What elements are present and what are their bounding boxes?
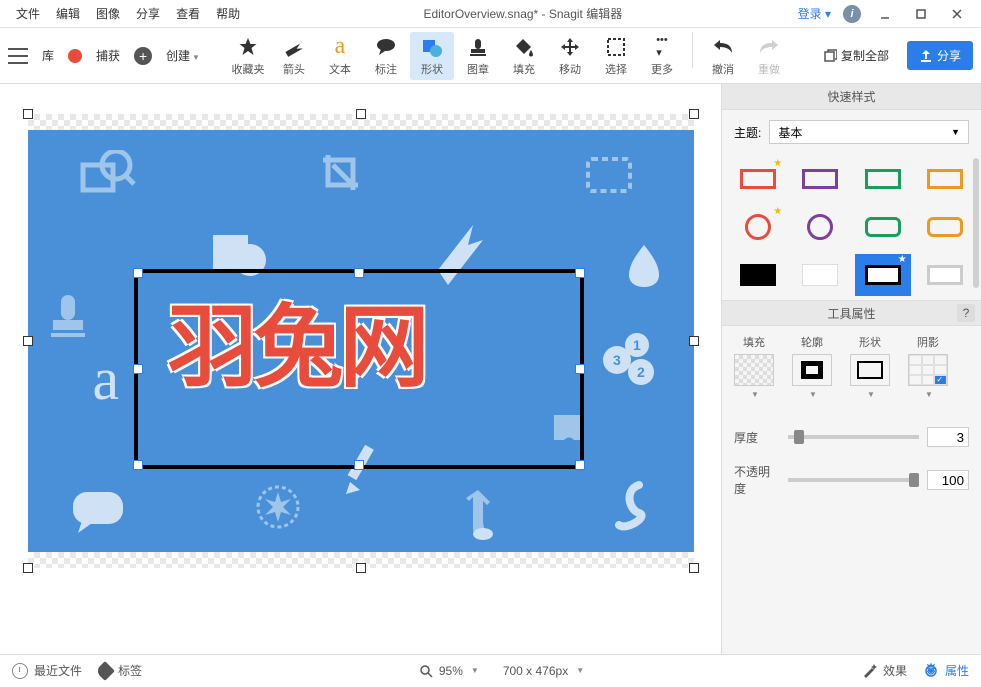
tool-fill[interactable]: 填充 bbox=[502, 32, 546, 80]
menu-view[interactable]: 查看 bbox=[168, 1, 208, 26]
canvas[interactable]: a 132 bbox=[28, 114, 694, 568]
tool-more[interactable]: •••▾更多 bbox=[640, 32, 684, 80]
close-button[interactable] bbox=[945, 4, 969, 24]
canvas-handle[interactable] bbox=[23, 109, 33, 119]
tool-arrow[interactable]: 箭头 bbox=[272, 32, 316, 80]
tool-stamp[interactable]: 图章 bbox=[456, 32, 500, 80]
share-button[interactable]: 分享 bbox=[907, 41, 973, 70]
tool-callout[interactable]: 标注 bbox=[364, 32, 408, 80]
hamburger-icon[interactable] bbox=[8, 48, 28, 64]
minimize-button[interactable] bbox=[873, 4, 897, 24]
style-swatch[interactable]: ★ bbox=[855, 254, 911, 296]
theme-dropdown[interactable]: 基本▼ bbox=[769, 120, 969, 144]
resize-handle[interactable] bbox=[575, 460, 585, 470]
prop-outline[interactable]: 轮廓 ▼ bbox=[792, 334, 832, 399]
zoom-control[interactable]: 95%▼ bbox=[419, 664, 479, 678]
menu-edit[interactable]: 编辑 bbox=[48, 1, 88, 26]
resize-handle[interactable] bbox=[133, 268, 143, 278]
svg-text:3: 3 bbox=[613, 352, 621, 368]
menu-image[interactable]: 图像 bbox=[88, 1, 128, 26]
canvas-handle[interactable] bbox=[356, 563, 366, 573]
clock-icon bbox=[12, 663, 28, 679]
opacity-slider[interactable]: 不透明度 bbox=[722, 455, 981, 505]
tag-icon bbox=[95, 661, 115, 681]
tool-shape[interactable]: 形状 bbox=[410, 32, 454, 80]
menu-bar: 文件 编辑 图像 分享 查看 帮助 bbox=[0, 1, 248, 26]
canvas-handle[interactable] bbox=[356, 109, 366, 119]
window-controls: 登录 ▾ i bbox=[798, 4, 981, 24]
info-icon[interactable]: i bbox=[843, 5, 861, 23]
menu-share[interactable]: 分享 bbox=[128, 1, 168, 26]
tool-select[interactable]: 选择 bbox=[594, 32, 638, 80]
resize-handle[interactable] bbox=[354, 460, 364, 470]
record-icon bbox=[68, 49, 82, 63]
svg-text:1: 1 bbox=[633, 337, 641, 353]
style-swatch[interactable] bbox=[730, 254, 786, 296]
titlebar: 文件 编辑 图像 分享 查看 帮助 EditorOverview.snag* -… bbox=[0, 0, 981, 28]
menu-help[interactable]: 帮助 bbox=[208, 1, 248, 26]
style-swatch[interactable]: ★ bbox=[730, 206, 786, 248]
prop-shadow[interactable]: 阴影 ▼ bbox=[908, 334, 948, 399]
canvas-handle[interactable] bbox=[689, 109, 699, 119]
resize-handle[interactable] bbox=[575, 364, 585, 374]
style-swatch[interactable]: ★ bbox=[730, 158, 786, 200]
canvas-handle[interactable] bbox=[23, 563, 33, 573]
canvas-handle[interactable] bbox=[689, 336, 699, 346]
canvas-area[interactable]: a 132 bbox=[0, 84, 721, 654]
watermark-text: 羽兔网 bbox=[168, 274, 426, 404]
effects-button[interactable]: 效果 bbox=[861, 662, 907, 679]
canvas-handle[interactable] bbox=[23, 336, 33, 346]
tags-button[interactable]: 标签 bbox=[98, 662, 142, 679]
tool-favorites[interactable]: 收藏夹 bbox=[226, 32, 270, 80]
menu-file[interactable]: 文件 bbox=[8, 1, 48, 26]
properties-button[interactable]: 属性 bbox=[923, 662, 969, 679]
library-button[interactable]: 库 bbox=[36, 43, 60, 68]
undo-button[interactable]: 撤消 bbox=[701, 32, 745, 80]
svg-text:2: 2 bbox=[637, 364, 645, 380]
dimensions-display[interactable]: 700 x 476px▼ bbox=[503, 664, 584, 678]
main-toolbar: 库 捕获 + 创建▼ 收藏夹 箭头 a文本 标注 形状 图章 填充 移动 选择 … bbox=[0, 28, 981, 84]
resize-handle[interactable] bbox=[575, 268, 585, 278]
statusbar: 最近文件 标签 95%▼ 700 x 476px▼ 效果 属性 bbox=[0, 654, 981, 686]
tool-properties-header: 工具属性 ? bbox=[722, 300, 981, 326]
window-title: EditorOverview.snag* - Snagit 编辑器 bbox=[248, 5, 798, 22]
prop-fill[interactable]: 填充 ▼ bbox=[734, 334, 774, 399]
style-swatch[interactable] bbox=[917, 158, 973, 200]
copy-all-button[interactable]: 复制全部 bbox=[811, 41, 899, 70]
recent-files-button[interactable]: 最近文件 bbox=[12, 662, 82, 679]
thickness-slider[interactable]: 厚度 bbox=[722, 419, 981, 455]
properties-panel: 快速样式 主题: 基本▼ ★ ★ ★ 工具属性 bbox=[721, 84, 981, 654]
help-icon[interactable]: ? bbox=[957, 304, 975, 322]
resize-handle[interactable] bbox=[133, 460, 143, 470]
style-swatch[interactable] bbox=[855, 158, 911, 200]
theme-label: 主题: bbox=[734, 124, 761, 141]
style-swatch[interactable] bbox=[792, 158, 848, 200]
redo-button[interactable]: 重做 bbox=[747, 32, 791, 80]
opacity-input[interactable] bbox=[927, 470, 969, 490]
maximize-button[interactable] bbox=[909, 4, 933, 24]
create-button[interactable]: 创建▼ bbox=[160, 43, 206, 68]
login-link[interactable]: 登录 ▾ bbox=[798, 5, 831, 22]
quick-styles-header: 快速样式 bbox=[722, 84, 981, 110]
prop-shape[interactable]: 形状 ▼ bbox=[850, 334, 890, 399]
canvas-handle[interactable] bbox=[689, 563, 699, 573]
resize-handle[interactable] bbox=[133, 364, 143, 374]
style-swatch[interactable] bbox=[792, 254, 848, 296]
tool-text[interactable]: a文本 bbox=[318, 32, 362, 80]
style-swatch[interactable] bbox=[792, 206, 848, 248]
plus-icon: + bbox=[134, 47, 152, 65]
style-swatch[interactable] bbox=[855, 206, 911, 248]
scrollbar[interactable] bbox=[973, 158, 979, 288]
capture-button[interactable]: 捕获 bbox=[90, 43, 126, 68]
style-swatch[interactable] bbox=[917, 206, 973, 248]
styles-grid: ★ ★ ★ bbox=[722, 154, 981, 300]
style-swatch[interactable] bbox=[917, 254, 973, 296]
tool-move[interactable]: 移动 bbox=[548, 32, 592, 80]
thickness-input[interactable] bbox=[927, 427, 969, 447]
